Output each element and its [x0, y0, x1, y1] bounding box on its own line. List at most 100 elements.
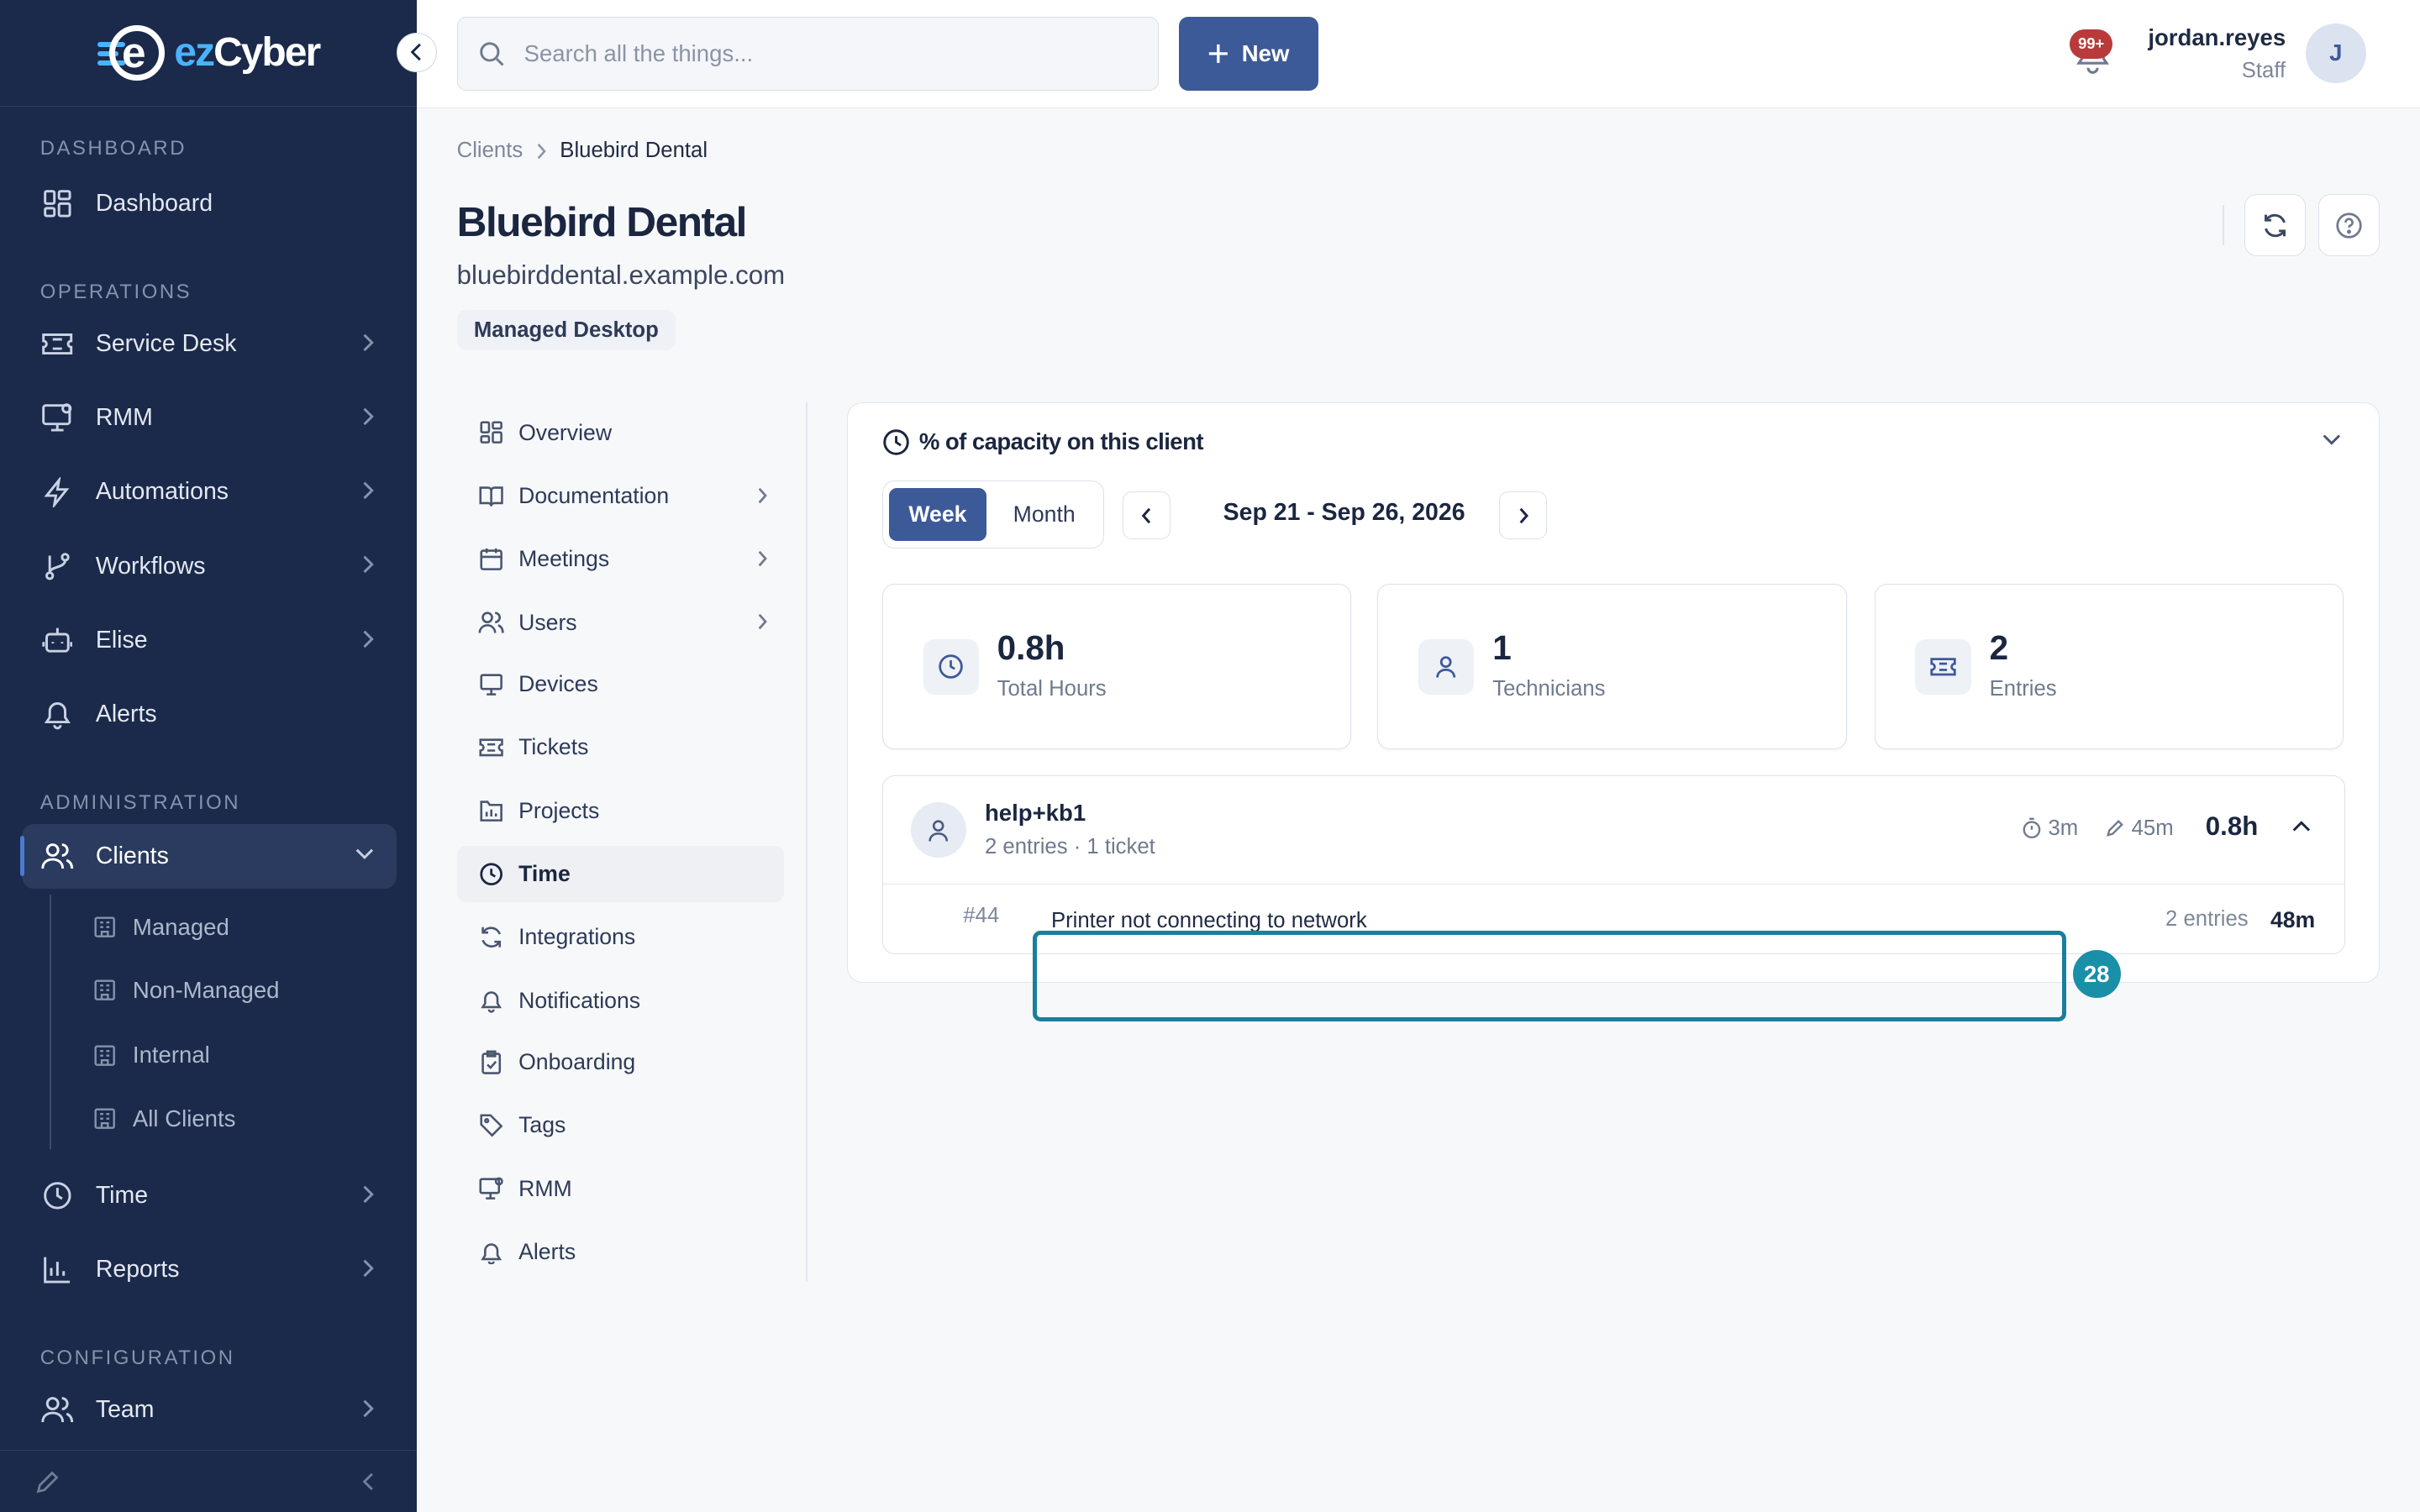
pencil-icon — [2105, 818, 2125, 838]
subnav-rmm[interactable]: RMM — [457, 1160, 784, 1217]
technician-row[interactable]: help+kb1 2 entries · 1 ticket 3m 45m 0.8… — [882, 776, 2344, 885]
sidebar-item-rmm[interactable]: RMM — [22, 386, 397, 450]
timer-time: 3m — [2022, 816, 2078, 841]
capacity-card: % of capacity on this client Week Month … — [847, 402, 2381, 983]
period-month-button[interactable]: Month — [992, 488, 1096, 540]
subnav-projects[interactable]: Projects — [457, 782, 784, 839]
client-domain: bluebirddental.example.com — [456, 260, 786, 291]
sidebar-item-time[interactable]: Time — [22, 1163, 397, 1228]
stat-technicians: 1 Technicians — [1377, 584, 1847, 749]
sidebar-item-workflows[interactable]: Workflows — [22, 533, 397, 598]
dashboard-icon — [40, 186, 74, 220]
sidebar-item-label: Reports — [95, 1256, 180, 1284]
stat-label: Entries — [1989, 677, 2057, 701]
subnav-notifications[interactable]: Notifications — [457, 972, 784, 1029]
sidebar-item-label: Alerts — [95, 700, 157, 727]
clock-icon — [478, 861, 504, 887]
building-icon — [92, 978, 117, 1002]
subnav-alerts[interactable]: Alerts — [457, 1224, 784, 1281]
sync-icon — [478, 924, 504, 950]
refresh-icon — [2264, 213, 2286, 237]
sidebar-item-team[interactable]: Team — [22, 1378, 397, 1442]
sidebar-item-automations[interactable]: Automations — [22, 459, 397, 524]
ticket-id: #44 — [963, 904, 1000, 928]
refresh-button[interactable] — [2244, 194, 2306, 256]
technician-total: 0.8h — [2205, 811, 2259, 842]
brand-logo[interactable]: e ezCyber — [0, 0, 417, 107]
sidebar-item-reports[interactable]: Reports — [22, 1237, 397, 1302]
avatar[interactable]: J — [2306, 23, 2366, 84]
subnav-devices[interactable]: Devices — [457, 656, 784, 713]
submenu-guide-line — [49, 895, 51, 1150]
subnav-tags[interactable]: Tags — [457, 1097, 784, 1154]
subnav-meetings[interactable]: Meetings — [457, 531, 784, 588]
tag-icon — [478, 1112, 504, 1138]
stat-total-hours: 0.8h Total Hours — [881, 584, 1352, 749]
clock-icon — [40, 1179, 74, 1212]
search-box[interactable] — [456, 17, 1160, 92]
pencil-icon[interactable] — [34, 1468, 61, 1496]
bell-icon — [478, 987, 504, 1013]
bell-icon — [478, 1239, 504, 1265]
sidebar-subitem-non-managed[interactable]: Non-Managed — [92, 963, 280, 1018]
sidebar-item-alerts[interactable]: Alerts — [22, 682, 397, 747]
date-range-label: Sep 21 - Sep 26, 2026 — [1223, 499, 1465, 527]
stat-value: 1 — [1492, 627, 1512, 667]
stat-value: 2 — [1989, 627, 2009, 667]
breadcrumb-clients-link[interactable]: Clients — [457, 139, 523, 163]
ticket-icon — [478, 734, 504, 760]
new-button[interactable]: New — [1179, 17, 1318, 92]
search-input[interactable] — [523, 40, 1111, 68]
sidebar-subitem-all-clients[interactable]: All Clients — [92, 1091, 235, 1147]
sidebar-item-service-desk[interactable]: Service Desk — [22, 312, 397, 376]
sidebar-toggle-button[interactable] — [397, 32, 437, 73]
highlight-box — [1032, 930, 2067, 1021]
sidebar-item-clients[interactable]: Clients — [19, 823, 397, 889]
header-divider — [2222, 205, 2224, 246]
subnav-tickets[interactable]: Tickets — [457, 719, 784, 776]
highlight-marker: 28 — [2072, 950, 2121, 999]
stat-label: Technicians — [1492, 677, 1606, 701]
sidebar-item-label: Dashboard — [95, 189, 213, 217]
next-period-button[interactable] — [1499, 491, 1548, 539]
technician-group: help+kb1 2 entries · 1 ticket 3m 45m 0.8… — [881, 775, 2345, 955]
previous-period-button[interactable] — [1123, 491, 1171, 539]
users-icon — [40, 839, 74, 873]
help-button[interactable] — [2317, 194, 2381, 256]
sidebar-item-dashboard[interactable]: Dashboard — [22, 171, 397, 236]
notification-count-badge: 99+ — [2070, 29, 2113, 59]
sidebar-item-label: Automations — [95, 478, 229, 506]
monitor-icon — [478, 671, 504, 697]
subnav-onboarding[interactable]: Onboarding — [457, 1034, 784, 1091]
period-toggle: Week Month — [881, 480, 1105, 549]
subnav-time[interactable]: Time — [456, 845, 785, 903]
ticket-title[interactable]: Printer not connecting to network — [1051, 909, 1367, 933]
help-icon — [2336, 213, 2362, 239]
user-icon — [910, 802, 966, 858]
capacity-card-header[interactable]: % of capacity on this client — [882, 428, 1204, 456]
chevron-up-icon[interactable] — [2291, 816, 2312, 835]
subnav-integrations[interactable]: Integrations — [457, 909, 784, 966]
book-icon — [478, 483, 504, 509]
chevron-down-icon — [354, 847, 376, 862]
sidebar-item-elise[interactable]: Elise — [22, 608, 397, 673]
chevron-down-icon[interactable] — [2321, 431, 2343, 449]
entry-count: 2 entries — [2165, 907, 2249, 932]
user-role: Staff — [2241, 58, 2286, 82]
subnav-documentation[interactable]: Documentation — [457, 468, 784, 525]
clipboard-check-icon — [478, 1049, 504, 1075]
sidebar-item-label: Team — [95, 1396, 155, 1424]
sidebar-item-label: Workflows — [95, 552, 206, 580]
building-icon — [92, 1106, 117, 1131]
topbar: New 99+ jordan.reyes Staff J — [416, 0, 2420, 108]
collapse-sidebar-icon[interactable] — [361, 1471, 376, 1493]
new-button-label: New — [1241, 40, 1290, 67]
technician-name: help+kb1 — [984, 799, 1086, 826]
sidebar-subitem-internal[interactable]: Internal — [92, 1027, 210, 1083]
sidebar-subitem-managed[interactable]: Managed — [92, 900, 229, 955]
subnav-overview[interactable]: Overview — [457, 404, 784, 461]
logo-wordmark: ezCyber — [174, 30, 321, 76]
user-name[interactable]: jordan.reyes — [2148, 24, 2286, 51]
period-week-button[interactable]: Week — [889, 488, 986, 541]
subnav-users[interactable]: Users — [457, 594, 784, 651]
